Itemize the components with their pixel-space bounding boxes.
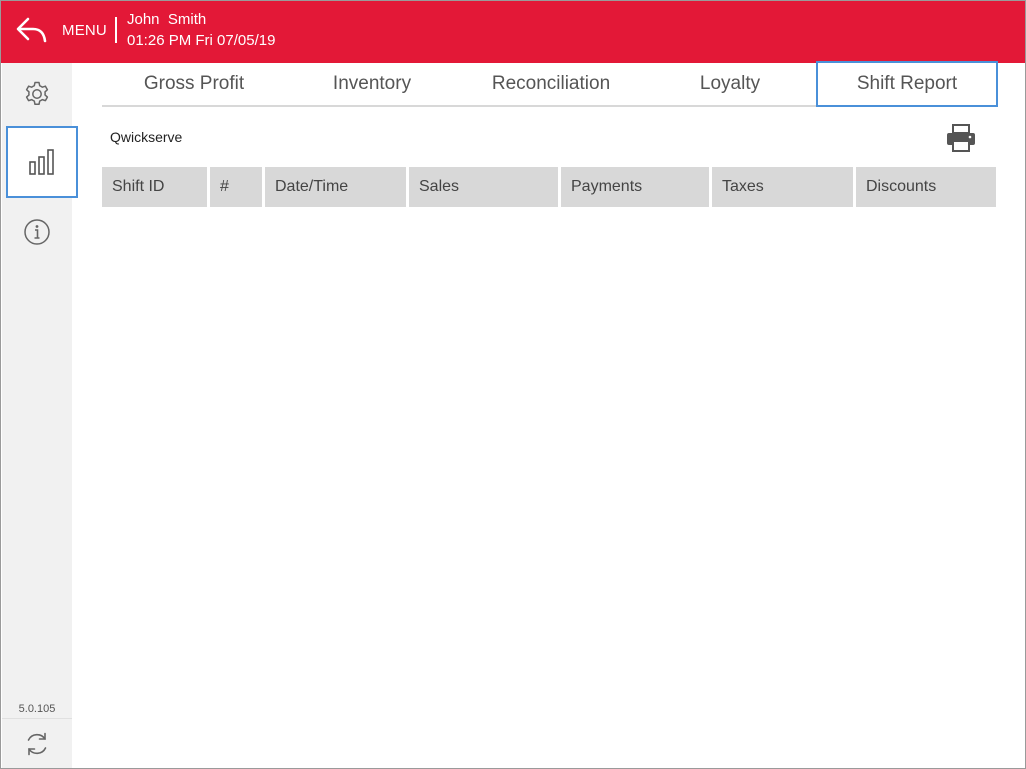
store-name: Qwickserve [110,129,183,145]
tab-gross-profit[interactable]: Gross Profit [102,61,286,107]
sync-icon [27,732,47,756]
column-header-datetime[interactable]: Date/Time [265,167,406,207]
tab-inventory[interactable]: Inventory [286,61,458,107]
sidebar-item-info[interactable] [2,201,72,263]
sidebar: 5.0.105 [2,63,78,768]
header-divider [115,17,117,43]
user-name: John Smith [127,11,207,28]
tab-shift-report[interactable]: Shift Report [816,61,998,107]
tab-loyalty[interactable]: Loyalty [644,61,816,107]
info-icon [24,219,50,245]
menu-button[interactable]: MENU [62,22,107,39]
column-header-number[interactable]: # [210,167,262,207]
printer-icon [947,124,975,152]
bar-chart-icon [29,149,54,175]
column-header-payments[interactable]: Payments [561,167,709,207]
back-button[interactable] [15,15,49,45]
sidebar-item-settings[interactable] [2,63,72,125]
report-tabs: Gross Profit Inventory Reconciliation Lo… [102,61,998,107]
gear-icon [25,81,49,106]
shift-table-header: Shift ID # Date/Time Sales Payments Taxe… [102,167,996,207]
header-bar: MENU John Smith 01:26 PM Fri 07/05/19 [1,1,1025,63]
app-frame: MENU John Smith 01:26 PM Fri 07/05/19 5.… [0,0,1026,769]
column-header-taxes[interactable]: Taxes [712,167,853,207]
back-arrow-icon [16,17,47,43]
column-header-discounts[interactable]: Discounts [856,167,996,207]
column-header-shift-id[interactable]: Shift ID [102,167,207,207]
column-header-sales[interactable]: Sales [409,167,558,207]
sidebar-item-reports[interactable] [6,126,78,198]
header-datetime: 01:26 PM Fri 07/05/19 [127,32,276,49]
sync-button[interactable] [2,713,72,768]
print-button[interactable] [945,123,977,153]
tab-reconciliation[interactable]: Reconciliation [458,61,644,107]
